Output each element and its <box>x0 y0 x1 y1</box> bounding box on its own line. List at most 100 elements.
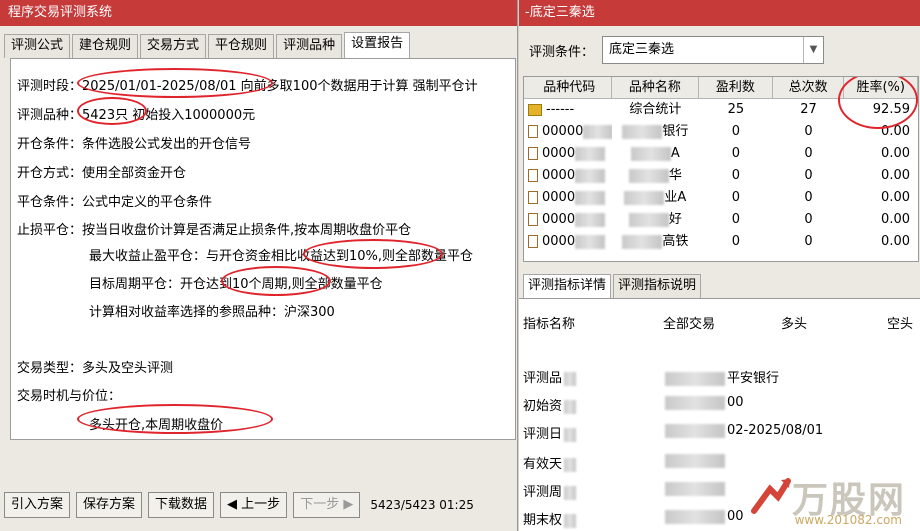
cell-code: 0000 <box>542 168 576 183</box>
result-window-title: -底定三秦选 <box>519 0 920 26</box>
redacted-block <box>575 234 606 249</box>
cell-name: 银行 <box>662 124 689 139</box>
redacted-block <box>665 481 725 496</box>
report-target-period: 目标周期平仓：开仓达到10个周期,则全部数量平仓 <box>89 277 383 292</box>
tab-bar: 评测公式 建仓规则 交易方式 平仓规则 评测品种 设置报告 <box>4 32 412 58</box>
document-icon <box>528 235 538 248</box>
cell-rate: 0.00 <box>881 146 910 161</box>
next-step-button[interactable]: 下一步 ▶ <box>293 492 361 518</box>
import-scheme-button[interactable]: 引入方案 <box>4 492 71 518</box>
cell-name: 好 <box>668 212 682 227</box>
document-icon <box>528 169 538 182</box>
tab-report[interactable]: 设置报告 <box>344 32 411 58</box>
redacted-block <box>564 371 577 386</box>
table-row[interactable]: 0000 A 0 0 0.00 <box>524 143 918 165</box>
redacted-block <box>575 190 606 205</box>
detail-row-label: 初始资 <box>523 395 577 414</box>
tab-open-rules[interactable]: 建仓规则 <box>72 34 139 58</box>
report-timing-label: 交易时机与价位： <box>17 389 122 404</box>
report-open-method: 开仓方式：使用全部资金开仓 <box>17 166 187 181</box>
brand-watermark: 万股网 www.201082.com <box>748 471 906 527</box>
tab-trade-method[interactable]: 交易方式 <box>140 34 207 58</box>
redacted-block <box>665 395 725 410</box>
download-data-button[interactable]: 下载数据 <box>148 492 215 518</box>
cell-name: 业A <box>664 190 687 205</box>
redacted-block <box>575 146 606 161</box>
cell-profit: 25 <box>727 102 745 117</box>
report-panel: 评测时段：2025/01/01-2025/08/01 向前多取100个数据用于计… <box>10 58 516 440</box>
redacted-block <box>622 124 663 139</box>
report-trade-type: 交易类型：多头及空头评测 <box>17 361 174 376</box>
cell-rate: 0.00 <box>881 212 910 227</box>
cell-profit: 0 <box>731 190 741 205</box>
table-row[interactable]: 0000 好 0 0 0.00 <box>524 209 918 231</box>
condition-label: 评测条件： <box>529 44 595 60</box>
tab-symbols[interactable]: 评测品种 <box>276 34 343 58</box>
cell-code: 0000 <box>542 190 576 205</box>
cell-rate: 0.00 <box>881 190 910 205</box>
cell-code: 0000 <box>542 212 576 227</box>
table-row[interactable]: 0000 华 0 0 0.00 <box>524 165 918 187</box>
header-profit[interactable]: 盈利数 <box>699 77 773 98</box>
prev-step-button[interactable]: ◀ 上一步 <box>220 492 288 518</box>
redacted-block <box>665 453 725 468</box>
detail-panel: 指标名称 全部交易 多头 空头 评测品 平安银行 初始资 00 评测日 02-2025/0… <box>519 298 920 531</box>
redacted-block <box>665 509 725 524</box>
redacted-block <box>564 399 577 414</box>
document-icon <box>528 125 538 138</box>
tab-close-rules[interactable]: 平仓规则 <box>208 34 275 58</box>
document-icon <box>528 191 538 204</box>
cell-rate: 0.00 <box>881 168 910 183</box>
header-code[interactable]: 品种代码 <box>524 77 612 98</box>
redacted-block <box>665 371 725 386</box>
table-row[interactable]: ------ 综合统计 25 27 92.59 <box>524 99 918 121</box>
report-period: 评测时段：2025/01/01-2025/08/01 向前多取100个数据用于计… <box>17 79 478 94</box>
tab-detail[interactable]: 评测指标详情 <box>523 274 612 298</box>
cell-total: 0 <box>804 146 813 161</box>
result-window: -底定三秦选 评测条件： 底定三秦选 ▼ 品种代码 品种名称 盈利数 总次数 胜… <box>519 0 920 531</box>
detail-header-name: 指标名称 <box>523 317 576 332</box>
save-scheme-button[interactable]: 保存方案 <box>76 492 143 518</box>
tab-formula[interactable]: 评测公式 <box>4 34 71 58</box>
redacted-block <box>630 146 671 161</box>
detail-row-label: 评测日 <box>523 423 577 442</box>
condition-row: 评测条件： 底定三秦选 ▼ <box>529 36 825 64</box>
table-row[interactable]: 0000 业A 0 0 0.00 <box>524 187 918 209</box>
arrow-logo-icon <box>750 478 791 514</box>
detail-tab-bar: 评测指标详情 评测指标说明 <box>523 274 703 298</box>
report-reference: 计算相对收益率选择的参照品种：沪深300 <box>89 305 335 320</box>
cell-total: 0 <box>804 168 813 183</box>
cell-total: 0 <box>804 190 813 205</box>
tab-explain[interactable]: 评测指标说明 <box>613 274 702 298</box>
grid-header: 品种代码 品种名称 盈利数 总次数 胜率(%) <box>524 77 918 99</box>
redacted-block <box>628 212 669 227</box>
header-win-rate[interactable]: 胜率(%) <box>844 77 918 98</box>
redacted-block <box>575 168 606 183</box>
detail-row-value: 02-2025/08/01 <box>665 423 823 438</box>
document-icon <box>528 213 538 226</box>
report-close-condition: 平仓条件：公式中定义的平仓条件 <box>17 195 213 210</box>
redacted-block <box>564 513 577 528</box>
cell-total: 0 <box>804 212 813 227</box>
detail-header-long: 多头 <box>781 317 808 332</box>
detail-row-value: 平安银行 <box>665 367 779 386</box>
cell-rate: 0.00 <box>881 124 910 139</box>
table-row[interactable]: 0000 高铁 0 0 0.00 <box>524 231 918 253</box>
table-row[interactable]: 00000 银行 0 0 0.00 <box>524 121 918 143</box>
chevron-down-icon[interactable]: ▼ <box>803 37 823 63</box>
header-name[interactable]: 品种名称 <box>612 77 700 98</box>
cell-rate: 92.59 <box>872 102 910 117</box>
detail-header-short: 空头 <box>887 317 914 332</box>
header-total[interactable]: 总次数 <box>773 77 845 98</box>
cell-total: 0 <box>804 124 813 139</box>
condition-select[interactable]: 底定三秦选 ▼ <box>602 36 825 64</box>
report-symbols: 评测品种：5423只 初始投入1000000元 <box>17 108 256 123</box>
cell-profit: 0 <box>731 146 741 161</box>
watermark-url: www.201082.com <box>794 513 902 527</box>
redacted-block <box>628 168 669 183</box>
detail-row-label: 期末权 <box>523 509 577 528</box>
cell-code: 0000 <box>542 146 576 161</box>
cell-profit: 0 <box>731 234 741 249</box>
report-open-condition: 开仓条件：条件选股公式发出的开仓信号 <box>17 137 252 152</box>
cell-code: 00000 <box>542 124 584 139</box>
